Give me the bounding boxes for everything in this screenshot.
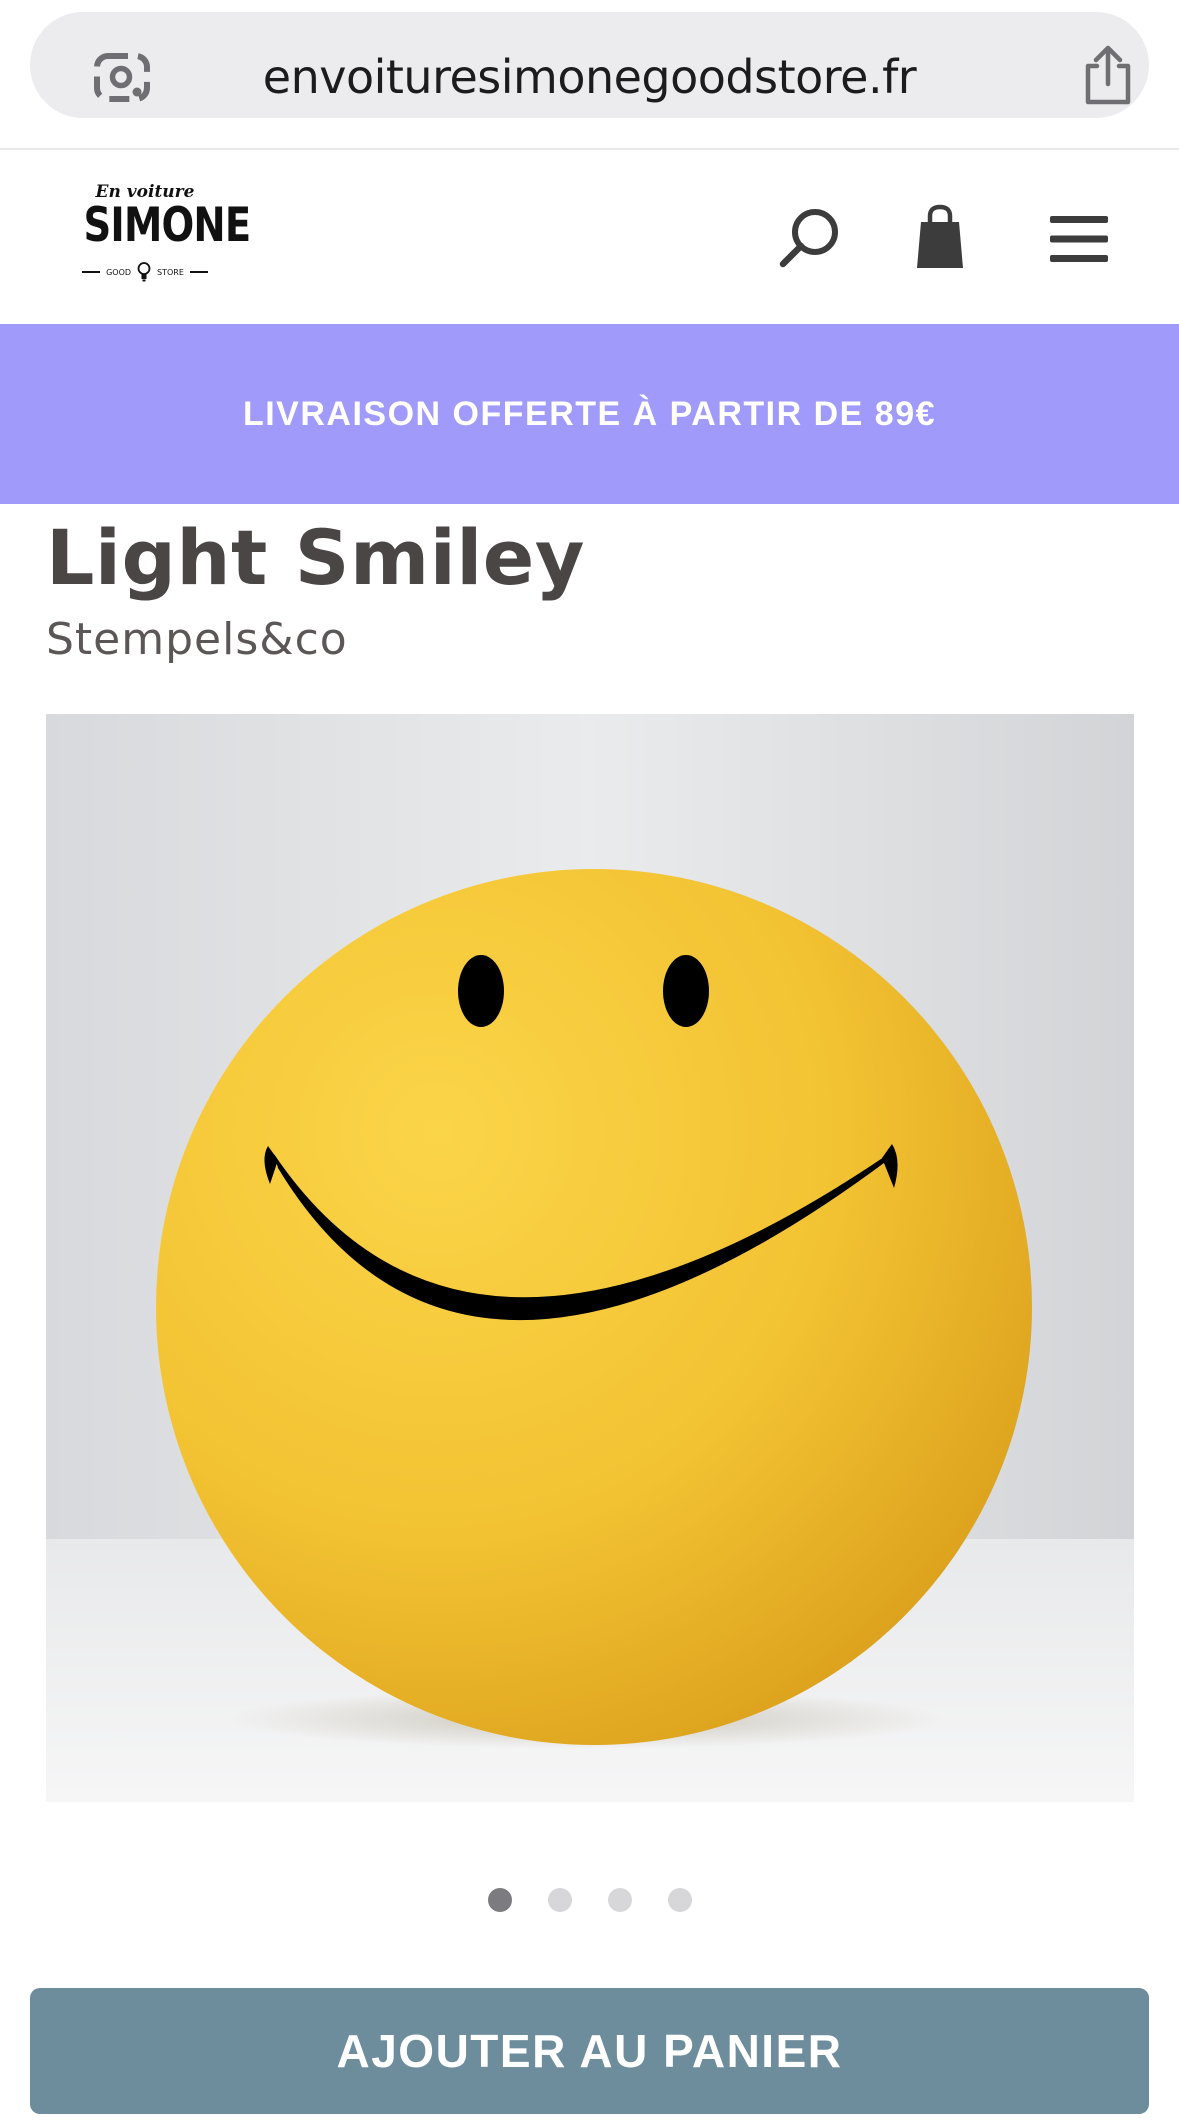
logo-word-right: STORE	[157, 267, 184, 277]
carousel-dot-4[interactable]	[667, 1888, 692, 1912]
logo-main-text: SIMONE	[83, 198, 252, 253]
logo-divider	[82, 271, 101, 273]
store-logo[interactable]: En voiture SIMONE GOOD STORE	[70, 182, 252, 292]
smiley-lamp-image	[46, 714, 1134, 1802]
product-brand[interactable]: Stempels&co	[46, 612, 348, 668]
share-icon[interactable]	[1080, 44, 1136, 108]
logo-tagline: GOOD STORE	[70, 260, 220, 284]
browser-address-bar: envoituresimonegoodstore.fr	[0, 0, 1179, 150]
lightbulb-icon	[137, 262, 151, 282]
product-image[interactable]	[46, 714, 1134, 1802]
promo-text: LIVRAISON OFFERTE À PARTIR DE 89€	[242, 394, 937, 433]
hamburger-menu-icon[interactable]	[1050, 216, 1108, 262]
logo-word-left: GOOD	[106, 267, 132, 277]
logo-divider	[189, 271, 208, 273]
image-carousel-dots	[0, 1888, 1179, 1914]
visual-search-icon[interactable]	[92, 47, 152, 107]
add-to-cart-button[interactable]: AJOUTER AU PANIER	[30, 1988, 1149, 2114]
carousel-dot-1[interactable]	[487, 1888, 512, 1912]
url-text: envoituresimonegoodstore.fr	[262, 50, 917, 104]
site-header: En voiture SIMONE GOOD STORE	[0, 150, 1179, 324]
promo-banner: LIVRAISON OFFERTE À PARTIR DE 89€	[0, 324, 1179, 504]
smiley-right-eye	[663, 955, 709, 1027]
url-field[interactable]: envoituresimonegoodstore.fr	[30, 12, 1149, 118]
product-title: Light Smiley	[46, 513, 585, 602]
smiley-left-eye	[458, 955, 504, 1027]
carousel-dot-3[interactable]	[607, 1888, 632, 1912]
carousel-dot-2[interactable]	[547, 1888, 572, 1912]
shopping-bag-icon[interactable]	[915, 204, 965, 270]
search-icon[interactable]	[776, 205, 842, 271]
